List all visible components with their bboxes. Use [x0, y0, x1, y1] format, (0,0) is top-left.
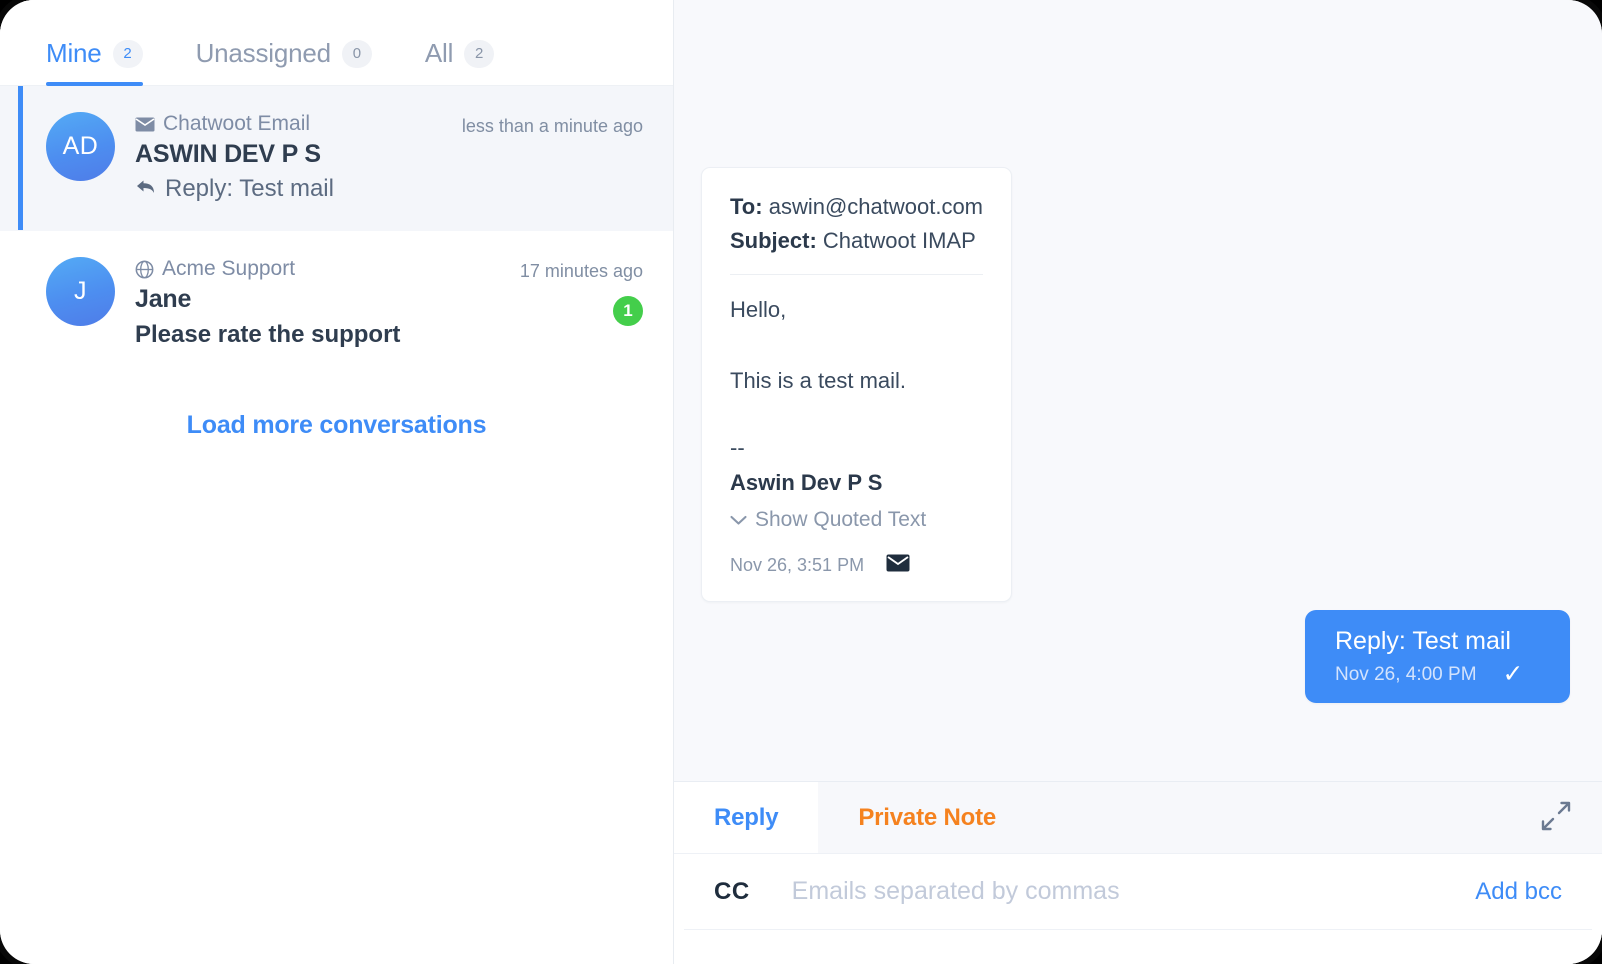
email-to-value: aswin@chatwoot.com [768, 194, 984, 219]
conversation-timestamp: less than a minute ago [461, 116, 643, 136]
tab-mine-count: 2 [112, 39, 143, 68]
tab-unassigned-count: 0 [341, 39, 372, 68]
load-more-conversations-button[interactable]: Load more conversations [187, 411, 487, 440]
conversation-contact-name: Jane [135, 285, 192, 314]
cc-input[interactable] [791, 877, 1476, 906]
avatar: AD [46, 112, 115, 181]
conversation-preview-text: Reply: Test mail [165, 175, 334, 203]
expand-editor-button[interactable] [1510, 782, 1602, 853]
outgoing-message-timestamp: Nov 26, 4:00 PM [1335, 663, 1477, 685]
incoming-email-message: To: aswin@chatwoot.com Subject: Chatwoot… [701, 167, 1012, 602]
messages-area: To: aswin@chatwoot.com Subject: Chatwoot… [674, 0, 1602, 781]
tab-reply[interactable]: Reply [674, 782, 819, 853]
tab-all-label: All [424, 38, 454, 68]
conversation-timestamp: 17 minutes ago [519, 261, 643, 282]
add-bcc-button[interactable]: Add bcc [1475, 878, 1562, 906]
envelope-icon [886, 554, 910, 577]
show-quoted-text-label: Show Quoted Text [755, 507, 927, 531]
avatar: J [46, 257, 115, 327]
tab-mine-label: Mine [46, 38, 102, 68]
conversation-panel: Mine 2 Unassigned 0 All 2 AD Chatwoot Em… [0, 0, 674, 964]
expand-diagonal-icon [1540, 800, 1572, 835]
conversation-filter-tabs: Mine 2 Unassigned 0 All 2 [0, 0, 673, 86]
unread-count-badge: 1 [613, 296, 643, 327]
outgoing-message-text: Reply: Test mail [1335, 627, 1511, 655]
tab-unassigned[interactable]: Unassigned 0 [196, 38, 372, 85]
app-window: Mine 2 Unassigned 0 All 2 AD Chatwoot Em… [0, 0, 1602, 964]
conversation-meta: less than a minute ago [462, 112, 643, 137]
conversation-channel-label: Chatwoot Email [163, 112, 311, 135]
tab-mine[interactable]: Mine 2 [46, 38, 143, 86]
envelope-icon [135, 117, 155, 132]
conversation-body: Chatwoot Email ASWIN DEV P S Reply: Test… [135, 112, 643, 204]
email-timestamp: Nov 26, 3:51 PM [730, 554, 865, 575]
email-footer: Nov 26, 3:51 PM [730, 554, 983, 577]
conversation-meta: 17 minutes ago 1 [519, 257, 643, 327]
conversation-preview: Please rate the support [135, 320, 400, 350]
conversation-preview: Reply: Test mail [135, 174, 334, 204]
outgoing-message-bubble: Reply: Test mail Nov 26, 4:00 PM ✓ [1305, 610, 1570, 704]
reply-editor-area[interactable] [674, 930, 1602, 964]
conversation-channel-label: Acme Support [162, 257, 296, 281]
show-quoted-text-button[interactable]: Show Quoted Text [730, 508, 926, 532]
conversation-channel: Acme Support [135, 257, 400, 281]
conversation-preview-text: Please rate the support [135, 320, 401, 348]
load-more-wrapper: Load more conversations [0, 377, 673, 440]
email-to-line: To: aswin@chatwoot.com [730, 190, 983, 224]
email-signature-separator: -- [730, 435, 745, 461]
email-header-divider [730, 274, 983, 276]
chevron-down-icon [730, 508, 747, 532]
email-to-label: To: [730, 194, 763, 219]
conversation-body: Acme Support Jane Please rate the suppor… [135, 257, 643, 349]
message-sent-check-icon: ✓ [1502, 660, 1524, 689]
conversation-channel: Chatwoot Email [135, 112, 334, 136]
cc-row: CC Add bcc [684, 854, 1592, 930]
outgoing-message-meta: Nov 26, 4:00 PM ✓ [1335, 662, 1544, 687]
globe-icon [135, 260, 154, 279]
email-signature-name: Aswin Dev P S [730, 469, 883, 495]
conversation-contact-name: ASWIN DEV P S [135, 140, 321, 168]
tab-all[interactable]: All 2 [424, 38, 495, 85]
conversation-list[interactable]: AD Chatwoot Email ASWIN DEV P S Reply: T… [0, 86, 673, 964]
reply-arrow-icon [135, 174, 156, 204]
reply-box-tabs: Reply Private Note [674, 782, 1602, 854]
reply-box: Reply Private Note CC Add bcc [674, 781, 1602, 964]
email-subject-value: Chatwoot IMAP [822, 228, 976, 254]
email-subject-label: Subject: [730, 228, 817, 254]
email-body-text: This is a test mail. [730, 368, 907, 394]
tab-unassigned-label: Unassigned [195, 38, 332, 68]
tab-all-count: 2 [464, 39, 495, 68]
email-subject-line: Subject: Chatwoot IMAP [730, 224, 983, 258]
conversation-item-aswin-dev-p-s[interactable]: AD Chatwoot Email ASWIN DEV P S Reply: T… [0, 86, 673, 232]
conversation-item-jane[interactable]: J Acme Support Jane Please rate the supp… [0, 231, 673, 376]
email-greeting: Hello, [730, 297, 787, 323]
cc-label: CC [714, 877, 750, 905]
message-panel: To: aswin@chatwoot.com Subject: Chatwoot… [674, 0, 1602, 964]
tab-private-note[interactable]: Private Note [818, 782, 1036, 853]
